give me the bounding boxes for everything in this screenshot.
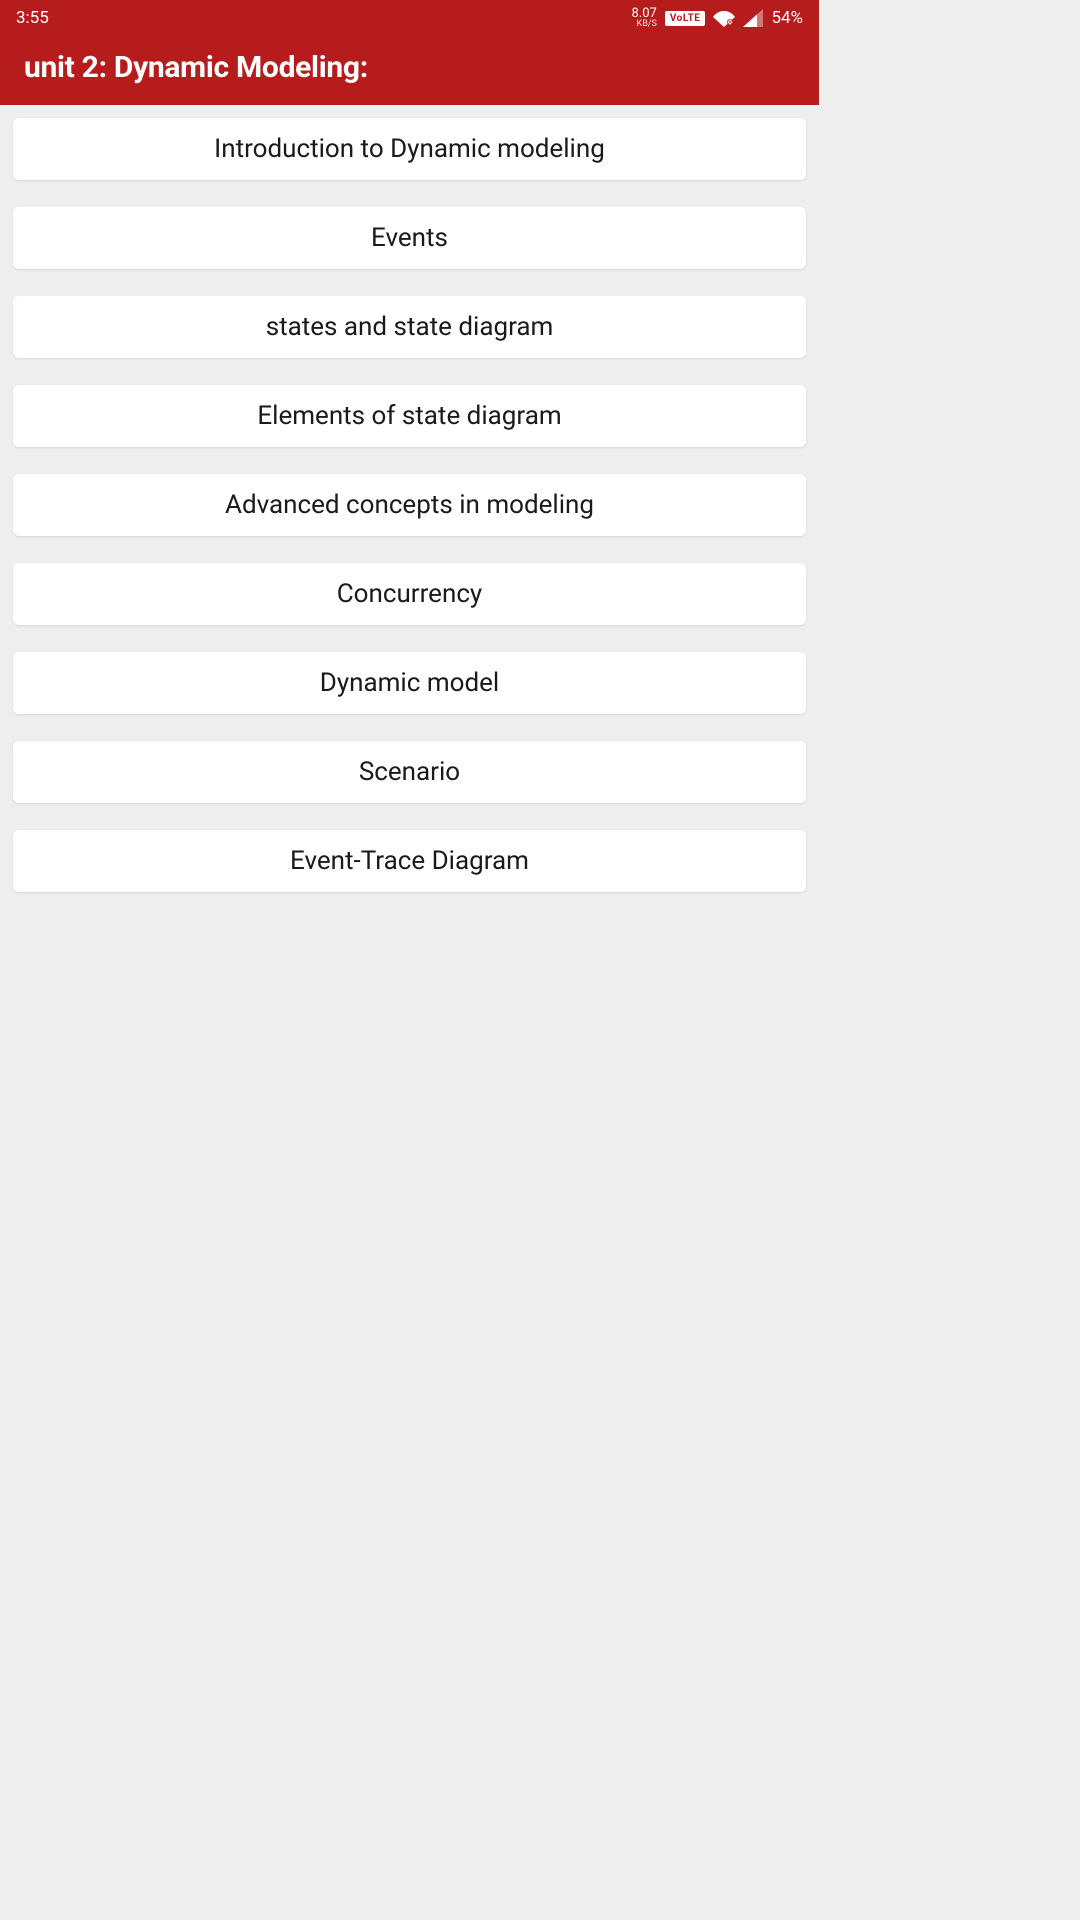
app-bar: unit 2: Dynamic Modeling:: [0, 36, 819, 105]
topic-item-elements[interactable]: Elements of state diagram: [13, 385, 806, 447]
topic-item-intro[interactable]: Introduction to Dynamic modeling: [13, 118, 806, 180]
wifi-icon: [713, 9, 735, 27]
volte-badge: VoLTE: [665, 11, 706, 26]
topic-item-advanced[interactable]: Advanced concepts in modeling: [13, 474, 806, 536]
status-bar: 3:55 8.07 KB/S VoLTE 54%: [0, 0, 819, 36]
topic-item-event-trace[interactable]: Event-Trace Diagram: [13, 830, 806, 892]
battery-percent: 54%: [771, 8, 803, 28]
signal-icon: [743, 9, 763, 27]
data-rate-unit: KB/S: [637, 20, 657, 29]
topic-item-dynamic-model[interactable]: Dynamic model: [13, 652, 806, 714]
topic-item-events[interactable]: Events: [13, 207, 806, 269]
topic-item-scenario[interactable]: Scenario: [13, 741, 806, 803]
topic-item-states[interactable]: states and state diagram: [13, 296, 806, 358]
status-time: 3:55: [16, 8, 49, 28]
status-right: 8.07 KB/S VoLTE 54%: [632, 7, 804, 29]
topic-list: Introduction to Dynamic modeling Events …: [0, 105, 819, 905]
page-title: unit 2: Dynamic Modeling:: [24, 50, 795, 85]
topic-item-concurrency[interactable]: Concurrency: [13, 563, 806, 625]
data-rate-indicator: 8.07 KB/S: [632, 7, 657, 29]
